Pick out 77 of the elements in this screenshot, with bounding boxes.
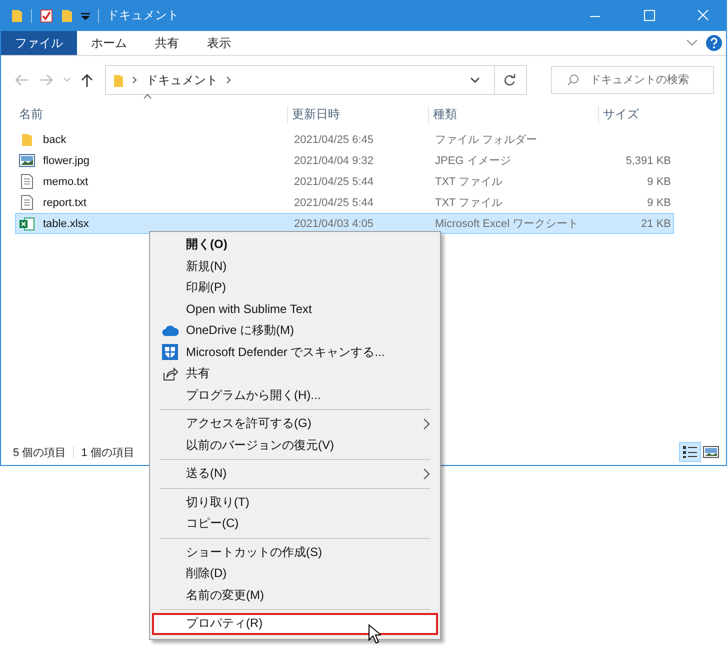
ribbon-tab[interactable]: ホーム: [77, 31, 141, 55]
file-type: ファイル フォルダー: [434, 133, 538, 147]
file-row[interactable]: report.txt 2021/04/25 5:44 TXT ファイル 9 KB: [15, 192, 674, 213]
folder-icon: [114, 74, 124, 86]
chevron-right-icon: [423, 418, 430, 430]
chevron-right-icon: [423, 468, 430, 480]
column-header[interactable]: 更新日時: [292, 107, 340, 121]
menu-item[interactable]: Open with Sublime Text: [152, 298, 438, 320]
file-type: TXT ファイル: [434, 175, 504, 189]
details-view-button[interactable]: [679, 442, 701, 462]
menu-item[interactable]: 送る(N): [152, 463, 438, 484]
image-file-icon: [19, 154, 35, 167]
file-row[interactable]: back 2021/04/25 6:45 ファイル フォルダー: [15, 129, 674, 150]
share-icon: [162, 366, 178, 381]
window-title: ドキュメント: [107, 7, 179, 24]
file-row[interactable]: memo.txt 2021/04/25 5:44 TXT ファイル 9 KB: [15, 171, 674, 192]
menu-item[interactable]: 開く(O): [152, 234, 438, 256]
file-type: TXT ファイル: [434, 196, 504, 210]
breadcrumb[interactable]: ドキュメント: [146, 72, 218, 88]
file-type: JPEG イメージ: [434, 154, 512, 168]
ribbon-tab[interactable]: 表示: [193, 31, 245, 55]
file-size: 5,391 KB: [624, 154, 672, 166]
cloud-icon: [162, 325, 178, 336]
column-header[interactable]: サイズ: [603, 107, 639, 121]
help-icon[interactable]: [706, 35, 722, 51]
text-file-icon: [19, 174, 35, 189]
column-header[interactable]: 種類: [433, 107, 457, 121]
file-size: 21 KB: [640, 218, 672, 230]
mouse-pointer-icon: [368, 624, 381, 644]
menu-item[interactable]: コピー(C): [152, 513, 438, 534]
menu-item[interactable]: ショートカットの作成(S): [152, 542, 438, 563]
file-row[interactable]: table.xlsx 2021/04/03 4:05 Microsoft Excel ワークシート 21 KB: [15, 213, 674, 234]
file-row[interactable]: flower.jpg 2021/04/04 9:32 JPEG イメージ 5,391 KB: [15, 150, 674, 171]
chevron-right-icon: [132, 76, 138, 84]
file-name: table.xlsx: [43, 218, 89, 230]
ribbon-tab[interactable]: ファイル: [1, 31, 77, 55]
modified-date: 2021/04/25 6:45: [293, 134, 375, 146]
menu-item[interactable]: 共有: [152, 363, 438, 384]
file-name: memo.txt: [43, 176, 88, 188]
shield-icon: [162, 344, 178, 360]
folder-icon: [19, 132, 35, 146]
chevron-down-icon[interactable]: [470, 76, 480, 84]
item-count: 5 個の項目: [13, 446, 66, 460]
spreadsheet-icon: [19, 216, 35, 230]
modified-date: 2021/04/04 9:32: [293, 154, 375, 166]
menu-item[interactable]: 以前のバージョンの復元(V): [152, 434, 438, 456]
search-field[interactable]: ドキュメントの検索: [551, 66, 714, 94]
modified-date: 2021/04/25 5:44: [293, 196, 375, 208]
text-file-icon: [19, 195, 35, 210]
file-size: 9 KB: [646, 176, 672, 188]
dropdown-icon[interactable]: [81, 10, 90, 20]
address-bar[interactable]: ドキュメント: [105, 65, 527, 95]
modified-date: 2021/04/25 5:44: [293, 176, 375, 188]
file-name: report.txt: [43, 196, 86, 208]
file-name: flower.jpg: [43, 154, 90, 166]
refresh-icon[interactable]: [503, 74, 516, 86]
menu-item[interactable]: 印刷(P): [152, 277, 438, 298]
menu-item[interactable]: 名前の変更(M): [152, 584, 438, 606]
file-size: 9 KB: [646, 196, 672, 208]
checklist-icon[interactable]: [40, 8, 53, 22]
column-header[interactable]: 名前: [19, 107, 43, 121]
file-name: back: [43, 134, 66, 146]
menu-item[interactable]: 切り取り(T): [152, 492, 438, 513]
menu-item[interactable]: 削除(D): [152, 563, 438, 584]
menu-item[interactable]: OneDrive に移動(M): [152, 320, 438, 342]
selection-count: 1 個の項目: [81, 446, 134, 460]
menu-item[interactable]: Microsoft Defender でスキャンする...: [152, 342, 438, 363]
ribbon-tab[interactable]: 共有: [141, 31, 193, 55]
chevron-right-icon[interactable]: [226, 76, 232, 84]
up-arrow-icon[interactable]: [81, 73, 93, 87]
menu-item[interactable]: プロパティ(R): [152, 613, 438, 634]
menu-item[interactable]: アクセスを許可する(G): [152, 413, 438, 434]
modified-date: 2021/04/03 4:05: [293, 218, 375, 230]
menu-item[interactable]: 新規(N): [152, 256, 438, 277]
menu-item[interactable]: プログラムから開く(H)...: [152, 384, 438, 406]
search-icon: [567, 74, 579, 86]
file-type: Microsoft Excel ワークシート: [434, 217, 580, 231]
